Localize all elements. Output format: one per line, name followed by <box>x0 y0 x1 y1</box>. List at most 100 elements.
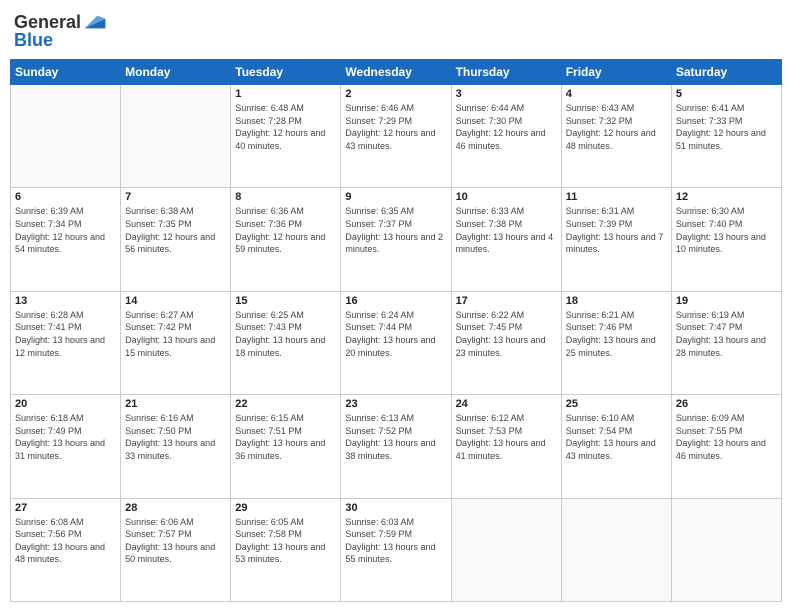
header-wednesday: Wednesday <box>341 60 451 85</box>
calendar-cell: 8 Sunrise: 6:36 AM Sunset: 7:36 PM Daylig… <box>231 188 341 291</box>
calendar-cell: 4 Sunrise: 6:43 AM Sunset: 7:32 PM Daylig… <box>561 85 671 188</box>
calendar-cell: 29 Sunrise: 6:05 AM Sunset: 7:58 PM Dayli… <box>231 498 341 601</box>
day-info: Sunrise: 6:36 AM Sunset: 7:36 PM Dayligh… <box>235 205 336 255</box>
day-info: Sunrise: 6:38 AM Sunset: 7:35 PM Dayligh… <box>125 205 226 255</box>
calendar-cell: 27 Sunrise: 6:08 AM Sunset: 7:56 PM Dayli… <box>11 498 121 601</box>
calendar-cell: 22 Sunrise: 6:15 AM Sunset: 7:51 PM Dayli… <box>231 395 341 498</box>
calendar-cell: 24 Sunrise: 6:12 AM Sunset: 7:53 PM Dayli… <box>451 395 561 498</box>
day-number: 4 <box>566 88 667 100</box>
calendar-table: Sunday Monday Tuesday Wednesday Thursday… <box>10 59 782 602</box>
day-number: 5 <box>676 88 777 100</box>
calendar-cell <box>121 85 231 188</box>
page: General Blue Sunday Monday Tuesday Wedne… <box>0 0 792 612</box>
day-number: 10 <box>456 191 557 203</box>
header-monday: Monday <box>121 60 231 85</box>
calendar-cell <box>671 498 781 601</box>
day-number: 14 <box>125 295 226 307</box>
day-number: 28 <box>125 502 226 514</box>
calendar-cell: 23Sunrise: 6:13 AM Sunset: 7:52 PM Dayli… <box>341 395 451 498</box>
day-number: 27 <box>15 502 116 514</box>
day-number: 25 <box>566 398 667 410</box>
day-number: 8 <box>235 191 336 203</box>
day-number: 22 <box>235 398 336 410</box>
day-info: Sunrise: 6:48 AM Sunset: 7:28 PM Dayligh… <box>235 102 336 152</box>
calendar-cell: 5Sunrise: 6:41 AM Sunset: 7:33 PM Daylig… <box>671 85 781 188</box>
calendar-cell: 10 Sunrise: 6:33 AM Sunset: 7:38 PM Dayli… <box>451 188 561 291</box>
day-info: Sunrise: 6:18 AM Sunset: 7:49 PM Dayligh… <box>15 412 116 462</box>
day-number: 2 <box>345 88 446 100</box>
day-info: Sunrise: 6:08 AM Sunset: 7:56 PM Dayligh… <box>15 516 116 566</box>
header: General Blue <box>10 10 782 51</box>
calendar-cell: 9Sunrise: 6:35 AM Sunset: 7:37 PM Daylig… <box>341 188 451 291</box>
day-info: Sunrise: 6:31 AM Sunset: 7:39 PM Dayligh… <box>566 205 667 255</box>
day-number: 19 <box>676 295 777 307</box>
day-info: Sunrise: 6:39 AM Sunset: 7:34 PM Dayligh… <box>15 205 116 255</box>
header-saturday: Saturday <box>671 60 781 85</box>
day-info: Sunrise: 6:28 AM Sunset: 7:41 PM Dayligh… <box>15 309 116 359</box>
calendar-cell: 18 Sunrise: 6:21 AM Sunset: 7:46 PM Dayli… <box>561 291 671 394</box>
day-number: 18 <box>566 295 667 307</box>
calendar-cell: 3 Sunrise: 6:44 AM Sunset: 7:30 PM Daylig… <box>451 85 561 188</box>
calendar-cell: 14 Sunrise: 6:27 AM Sunset: 7:42 PM Dayli… <box>121 291 231 394</box>
calendar-cell: 2 Sunrise: 6:46 AM Sunset: 7:29 PM Daylig… <box>341 85 451 188</box>
calendar-cell: 19 Sunrise: 6:19 AM Sunset: 7:47 PM Dayli… <box>671 291 781 394</box>
calendar-cell: 13 Sunrise: 6:28 AM Sunset: 7:41 PM Dayli… <box>11 291 121 394</box>
day-number: 21 <box>125 398 226 410</box>
day-number: 7 <box>125 191 226 203</box>
calendar-cell <box>11 85 121 188</box>
day-info: Sunrise: 6:22 AM Sunset: 7:45 PM Dayligh… <box>456 309 557 359</box>
logo-icon <box>83 10 107 34</box>
day-number: 17 <box>456 295 557 307</box>
day-info: Sunrise: 6:43 AM Sunset: 7:32 PM Dayligh… <box>566 102 667 152</box>
day-number: 16 <box>345 295 446 307</box>
day-number: 26 <box>676 398 777 410</box>
day-number: 15 <box>235 295 336 307</box>
day-info: Sunrise: 6:30 AM Sunset: 7:40 PM Dayligh… <box>676 205 777 255</box>
calendar-cell <box>451 498 561 601</box>
calendar-cell: 6 Sunrise: 6:39 AM Sunset: 7:34 PM Daylig… <box>11 188 121 291</box>
day-info: Sunrise: 6:44 AM Sunset: 7:30 PM Dayligh… <box>456 102 557 152</box>
day-info: Sunrise: 6:24 AM Sunset: 7:44 PM Dayligh… <box>345 309 446 359</box>
day-number: 29 <box>235 502 336 514</box>
day-number: 12 <box>676 191 777 203</box>
day-info: Sunrise: 6:33 AM Sunset: 7:38 PM Dayligh… <box>456 205 557 255</box>
day-info: Sunrise: 6:27 AM Sunset: 7:42 PM Dayligh… <box>125 309 226 359</box>
calendar-cell: 25 Sunrise: 6:10 AM Sunset: 7:54 PM Dayli… <box>561 395 671 498</box>
logo: General Blue <box>14 10 107 51</box>
day-info: Sunrise: 6:10 AM Sunset: 7:54 PM Dayligh… <box>566 412 667 462</box>
day-number: 6 <box>15 191 116 203</box>
calendar-cell: 21 Sunrise: 6:16 AM Sunset: 7:50 PM Dayli… <box>121 395 231 498</box>
day-info: Sunrise: 6:12 AM Sunset: 7:53 PM Dayligh… <box>456 412 557 462</box>
day-info: Sunrise: 6:03 AM Sunset: 7:59 PM Dayligh… <box>345 516 446 566</box>
header-sunday: Sunday <box>11 60 121 85</box>
weekday-header-row: Sunday Monday Tuesday Wednesday Thursday… <box>11 60 782 85</box>
day-number: 24 <box>456 398 557 410</box>
calendar-cell: 12 Sunrise: 6:30 AM Sunset: 7:40 PM Dayli… <box>671 188 781 291</box>
day-info: Sunrise: 6:46 AM Sunset: 7:29 PM Dayligh… <box>345 102 446 152</box>
day-info: Sunrise: 6:05 AM Sunset: 7:58 PM Dayligh… <box>235 516 336 566</box>
day-number: 30 <box>345 502 446 514</box>
calendar-cell: 26Sunrise: 6:09 AM Sunset: 7:55 PM Dayli… <box>671 395 781 498</box>
calendar-cell: 30 Sunrise: 6:03 AM Sunset: 7:59 PM Dayli… <box>341 498 451 601</box>
calendar-cell: 28 Sunrise: 6:06 AM Sunset: 7:57 PM Dayli… <box>121 498 231 601</box>
day-number: 1 <box>235 88 336 100</box>
day-info: Sunrise: 6:19 AM Sunset: 7:47 PM Dayligh… <box>676 309 777 359</box>
calendar-cell: 17 Sunrise: 6:22 AM Sunset: 7:45 PM Dayli… <box>451 291 561 394</box>
day-number: 3 <box>456 88 557 100</box>
calendar-cell: 7 Sunrise: 6:38 AM Sunset: 7:35 PM Daylig… <box>121 188 231 291</box>
calendar-cell: 1 Sunrise: 6:48 AM Sunset: 7:28 PM Daylig… <box>231 85 341 188</box>
header-thursday: Thursday <box>451 60 561 85</box>
day-number: 9 <box>345 191 446 203</box>
calendar-cell: 11 Sunrise: 6:31 AM Sunset: 7:39 PM Dayli… <box>561 188 671 291</box>
day-info: Sunrise: 6:13 AM Sunset: 7:52 PM Dayligh… <box>345 412 446 462</box>
calendar-cell: 20Sunrise: 6:18 AM Sunset: 7:49 PM Dayli… <box>11 395 121 498</box>
day-number: 11 <box>566 191 667 203</box>
calendar-cell: 16 Sunrise: 6:24 AM Sunset: 7:44 PM Dayli… <box>341 291 451 394</box>
day-info: Sunrise: 6:16 AM Sunset: 7:50 PM Dayligh… <box>125 412 226 462</box>
calendar-cell: 15 Sunrise: 6:25 AM Sunset: 7:43 PM Dayli… <box>231 291 341 394</box>
day-info: Sunrise: 6:15 AM Sunset: 7:51 PM Dayligh… <box>235 412 336 462</box>
day-number: 13 <box>15 295 116 307</box>
day-info: Sunrise: 6:06 AM Sunset: 7:57 PM Dayligh… <box>125 516 226 566</box>
day-info: Sunrise: 6:21 AM Sunset: 7:46 PM Dayligh… <box>566 309 667 359</box>
day-info: Sunrise: 6:25 AM Sunset: 7:43 PM Dayligh… <box>235 309 336 359</box>
